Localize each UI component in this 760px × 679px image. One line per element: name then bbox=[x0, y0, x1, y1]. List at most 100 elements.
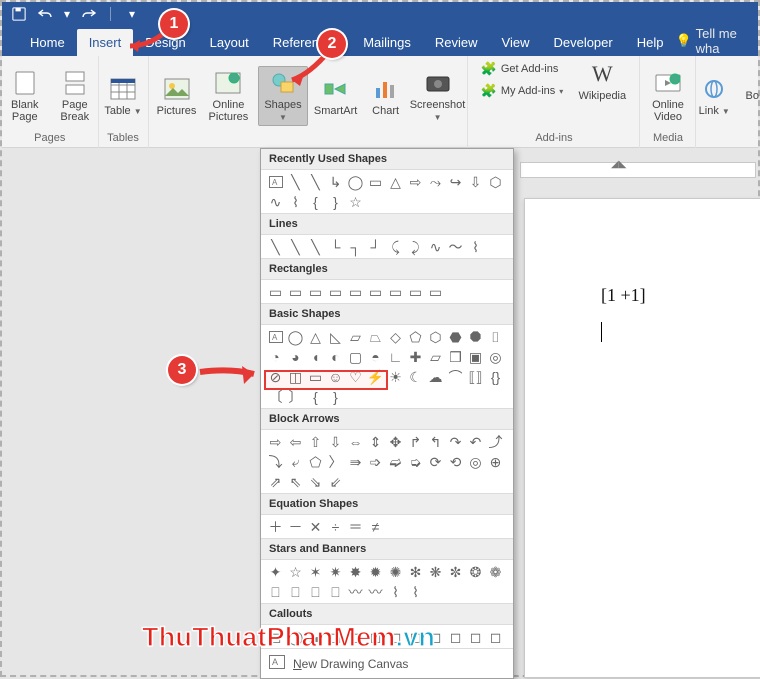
shape-rbracket[interactable]: 〕 bbox=[287, 388, 304, 405]
shape-arrow-turn[interactable]: ↪ bbox=[447, 173, 464, 190]
shape-line-b[interactable]: ╲ bbox=[287, 238, 304, 255]
shape-rib2[interactable]: ⎕ bbox=[287, 583, 304, 600]
shape-curve2[interactable]: ⤸ bbox=[407, 238, 424, 255]
shape-mult[interactable]: ✕ bbox=[307, 518, 324, 535]
shape-plus[interactable]: ＋ bbox=[267, 518, 284, 535]
shape-freeform2[interactable]: 〜 bbox=[447, 238, 464, 255]
shape-aco4[interactable]: ⊕ bbox=[487, 453, 504, 470]
shape-s6[interactable]: ✶ bbox=[307, 563, 324, 580]
shape-cross[interactable]: ✚ bbox=[407, 348, 424, 365]
shape-diamond[interactable]: ◇ bbox=[387, 328, 404, 345]
shape-aqd[interactable]: ⇘ bbox=[307, 473, 324, 490]
shape-wave1[interactable]: 〰 bbox=[347, 583, 364, 600]
shape-scribble[interactable]: ⌇ bbox=[467, 238, 484, 255]
shape-heart[interactable]: ♡ bbox=[347, 368, 364, 385]
blank-page-button[interactable]: Blank Page bbox=[3, 69, 47, 123]
shape-ad[interactable]: ⇩ bbox=[327, 433, 344, 450]
shape-arrow-r[interactable]: ⇨ bbox=[407, 173, 424, 190]
shape-rib1[interactable]: ⎕ bbox=[267, 583, 284, 600]
shape-hept[interactable]: ⬣ bbox=[447, 328, 464, 345]
tell-me-search[interactable]: 💡 Tell me wha bbox=[675, 26, 750, 56]
tab-view[interactable]: View bbox=[490, 29, 542, 56]
shape-moon[interactable]: ☾ bbox=[407, 368, 424, 385]
shape-para[interactable]: ▱ bbox=[347, 328, 364, 345]
shape-aco1[interactable]: ⟳ bbox=[427, 453, 444, 470]
shape-ard[interactable]: ⤶ bbox=[287, 453, 304, 470]
shape-div[interactable]: ÷ bbox=[327, 518, 344, 535]
shape-star[interactable]: ☆ bbox=[347, 193, 364, 210]
shape-s4[interactable]: ✦ bbox=[267, 563, 284, 580]
get-addins-button[interactable]: 🧩Get Add-ins bbox=[477, 60, 563, 78]
shape-rect2[interactable]: ▭ bbox=[287, 283, 304, 300]
shape-aqr[interactable]: ⇗ bbox=[267, 473, 284, 490]
shape-trap[interactable]: ⏢ bbox=[367, 328, 384, 345]
shape-s32[interactable]: ✼ bbox=[447, 563, 464, 580]
shape-freeform[interactable]: ⌇ bbox=[287, 193, 304, 210]
shape-oct[interactable]: ⯃ bbox=[467, 328, 484, 345]
shape-rect8[interactable]: ▭ bbox=[407, 283, 424, 300]
shape-tear[interactable]: ◐ bbox=[327, 348, 344, 365]
shape-achev[interactable]: 〉 bbox=[327, 453, 344, 470]
shape-co10[interactable]: ◻ bbox=[447, 628, 464, 645]
shape-rect3[interactable]: ▭ bbox=[307, 283, 324, 300]
shape-oval2[interactable]: ◯ bbox=[287, 328, 304, 345]
link-button[interactable]: Link ▼ bbox=[692, 75, 736, 117]
shape-line2[interactable]: ╲ bbox=[307, 173, 324, 190]
shape-s5[interactable]: ☆ bbox=[287, 563, 304, 580]
chart-button[interactable]: Chart bbox=[364, 75, 408, 117]
shape-curve1[interactable]: ⤹ bbox=[387, 238, 404, 255]
shape-dbrc[interactable]: {} bbox=[487, 368, 504, 385]
shape-rect1[interactable]: ▭ bbox=[267, 283, 284, 300]
shape-rbrace2[interactable]: } bbox=[327, 388, 344, 405]
shape-sun[interactable]: ☀ bbox=[387, 368, 404, 385]
shape-bevel[interactable]: ▣ bbox=[467, 348, 484, 365]
shape-rect5[interactable]: ▭ bbox=[347, 283, 364, 300]
customize-qat-icon[interactable]: ▾ bbox=[123, 5, 141, 23]
shape-arrow-d[interactable]: ⇩ bbox=[467, 173, 484, 190]
online-video-button[interactable]: Online Video bbox=[646, 69, 690, 123]
shape-seal2[interactable]: ❁ bbox=[487, 563, 504, 580]
shape-rect7[interactable]: ▭ bbox=[387, 283, 404, 300]
shape-wave2[interactable]: 〰 bbox=[367, 583, 384, 600]
shape-minus[interactable]: － bbox=[287, 518, 304, 535]
shape-smile[interactable]: ☺ bbox=[327, 368, 344, 385]
shape-cube[interactable]: ❒ bbox=[447, 348, 464, 365]
shape-ac1[interactable]: ↷ bbox=[447, 433, 464, 450]
shape-chord[interactable]: ◖ bbox=[307, 348, 324, 365]
shape-can[interactable]: ◔ bbox=[267, 348, 284, 365]
shape-astr3[interactable]: ➫ bbox=[387, 453, 404, 470]
shape-no[interactable]: ⊘ bbox=[267, 368, 284, 385]
shape-au[interactable]: ⇧ bbox=[307, 433, 324, 450]
shape-co12[interactable]: ◻ bbox=[487, 628, 504, 645]
shape-l[interactable]: ∟ bbox=[387, 348, 404, 365]
page-break-button[interactable]: Page Break bbox=[53, 69, 97, 123]
horizontal-ruler[interactable]: ◢◣ bbox=[520, 162, 756, 178]
shape-neq[interactable]: ≠ bbox=[367, 518, 384, 535]
screenshot-button[interactable]: Screenshot ▼ bbox=[414, 69, 462, 123]
shape-aru[interactable]: ⤵ bbox=[267, 453, 284, 470]
shape-frame[interactable]: ▢ bbox=[347, 348, 364, 365]
shape-s24[interactable]: ❋ bbox=[427, 563, 444, 580]
shape-textbox2[interactable]: A bbox=[267, 328, 284, 345]
shape-lbrace2[interactable]: { bbox=[307, 388, 324, 405]
shape-pie[interactable]: ◕ bbox=[287, 348, 304, 365]
shape-elbow3[interactable]: ┘ bbox=[367, 238, 384, 255]
shape-eq[interactable]: ＝ bbox=[347, 518, 364, 535]
shape-ac2[interactable]: ↶ bbox=[467, 433, 484, 450]
shape-hex2[interactable]: ⬡ bbox=[427, 328, 444, 345]
tab-developer[interactable]: Developer bbox=[541, 29, 624, 56]
shape-line[interactable]: ╲ bbox=[287, 173, 304, 190]
shape-line-c[interactable]: ╲ bbox=[307, 238, 324, 255]
shape-co11[interactable]: ◻ bbox=[467, 628, 484, 645]
shape-bolt[interactable]: ⚡ bbox=[367, 368, 384, 385]
shape-cyl[interactable]: ⌷ bbox=[487, 328, 504, 345]
shape-a4[interactable]: ✥ bbox=[387, 433, 404, 450]
save-qat-icon[interactable] bbox=[10, 5, 28, 23]
shape-lbrace[interactable]: { bbox=[307, 193, 324, 210]
my-addins-button[interactable]: 🧩My Add-ins ▾ bbox=[477, 82, 568, 100]
shape-arrow-lr[interactable]: ⤳ bbox=[427, 173, 444, 190]
undo-dropdown-icon[interactable]: ▾ bbox=[62, 5, 72, 23]
shape-rbrace[interactable]: } bbox=[327, 193, 344, 210]
shape-curve3[interactable]: ∿ bbox=[427, 238, 444, 255]
pictures-button[interactable]: Pictures bbox=[155, 75, 199, 117]
